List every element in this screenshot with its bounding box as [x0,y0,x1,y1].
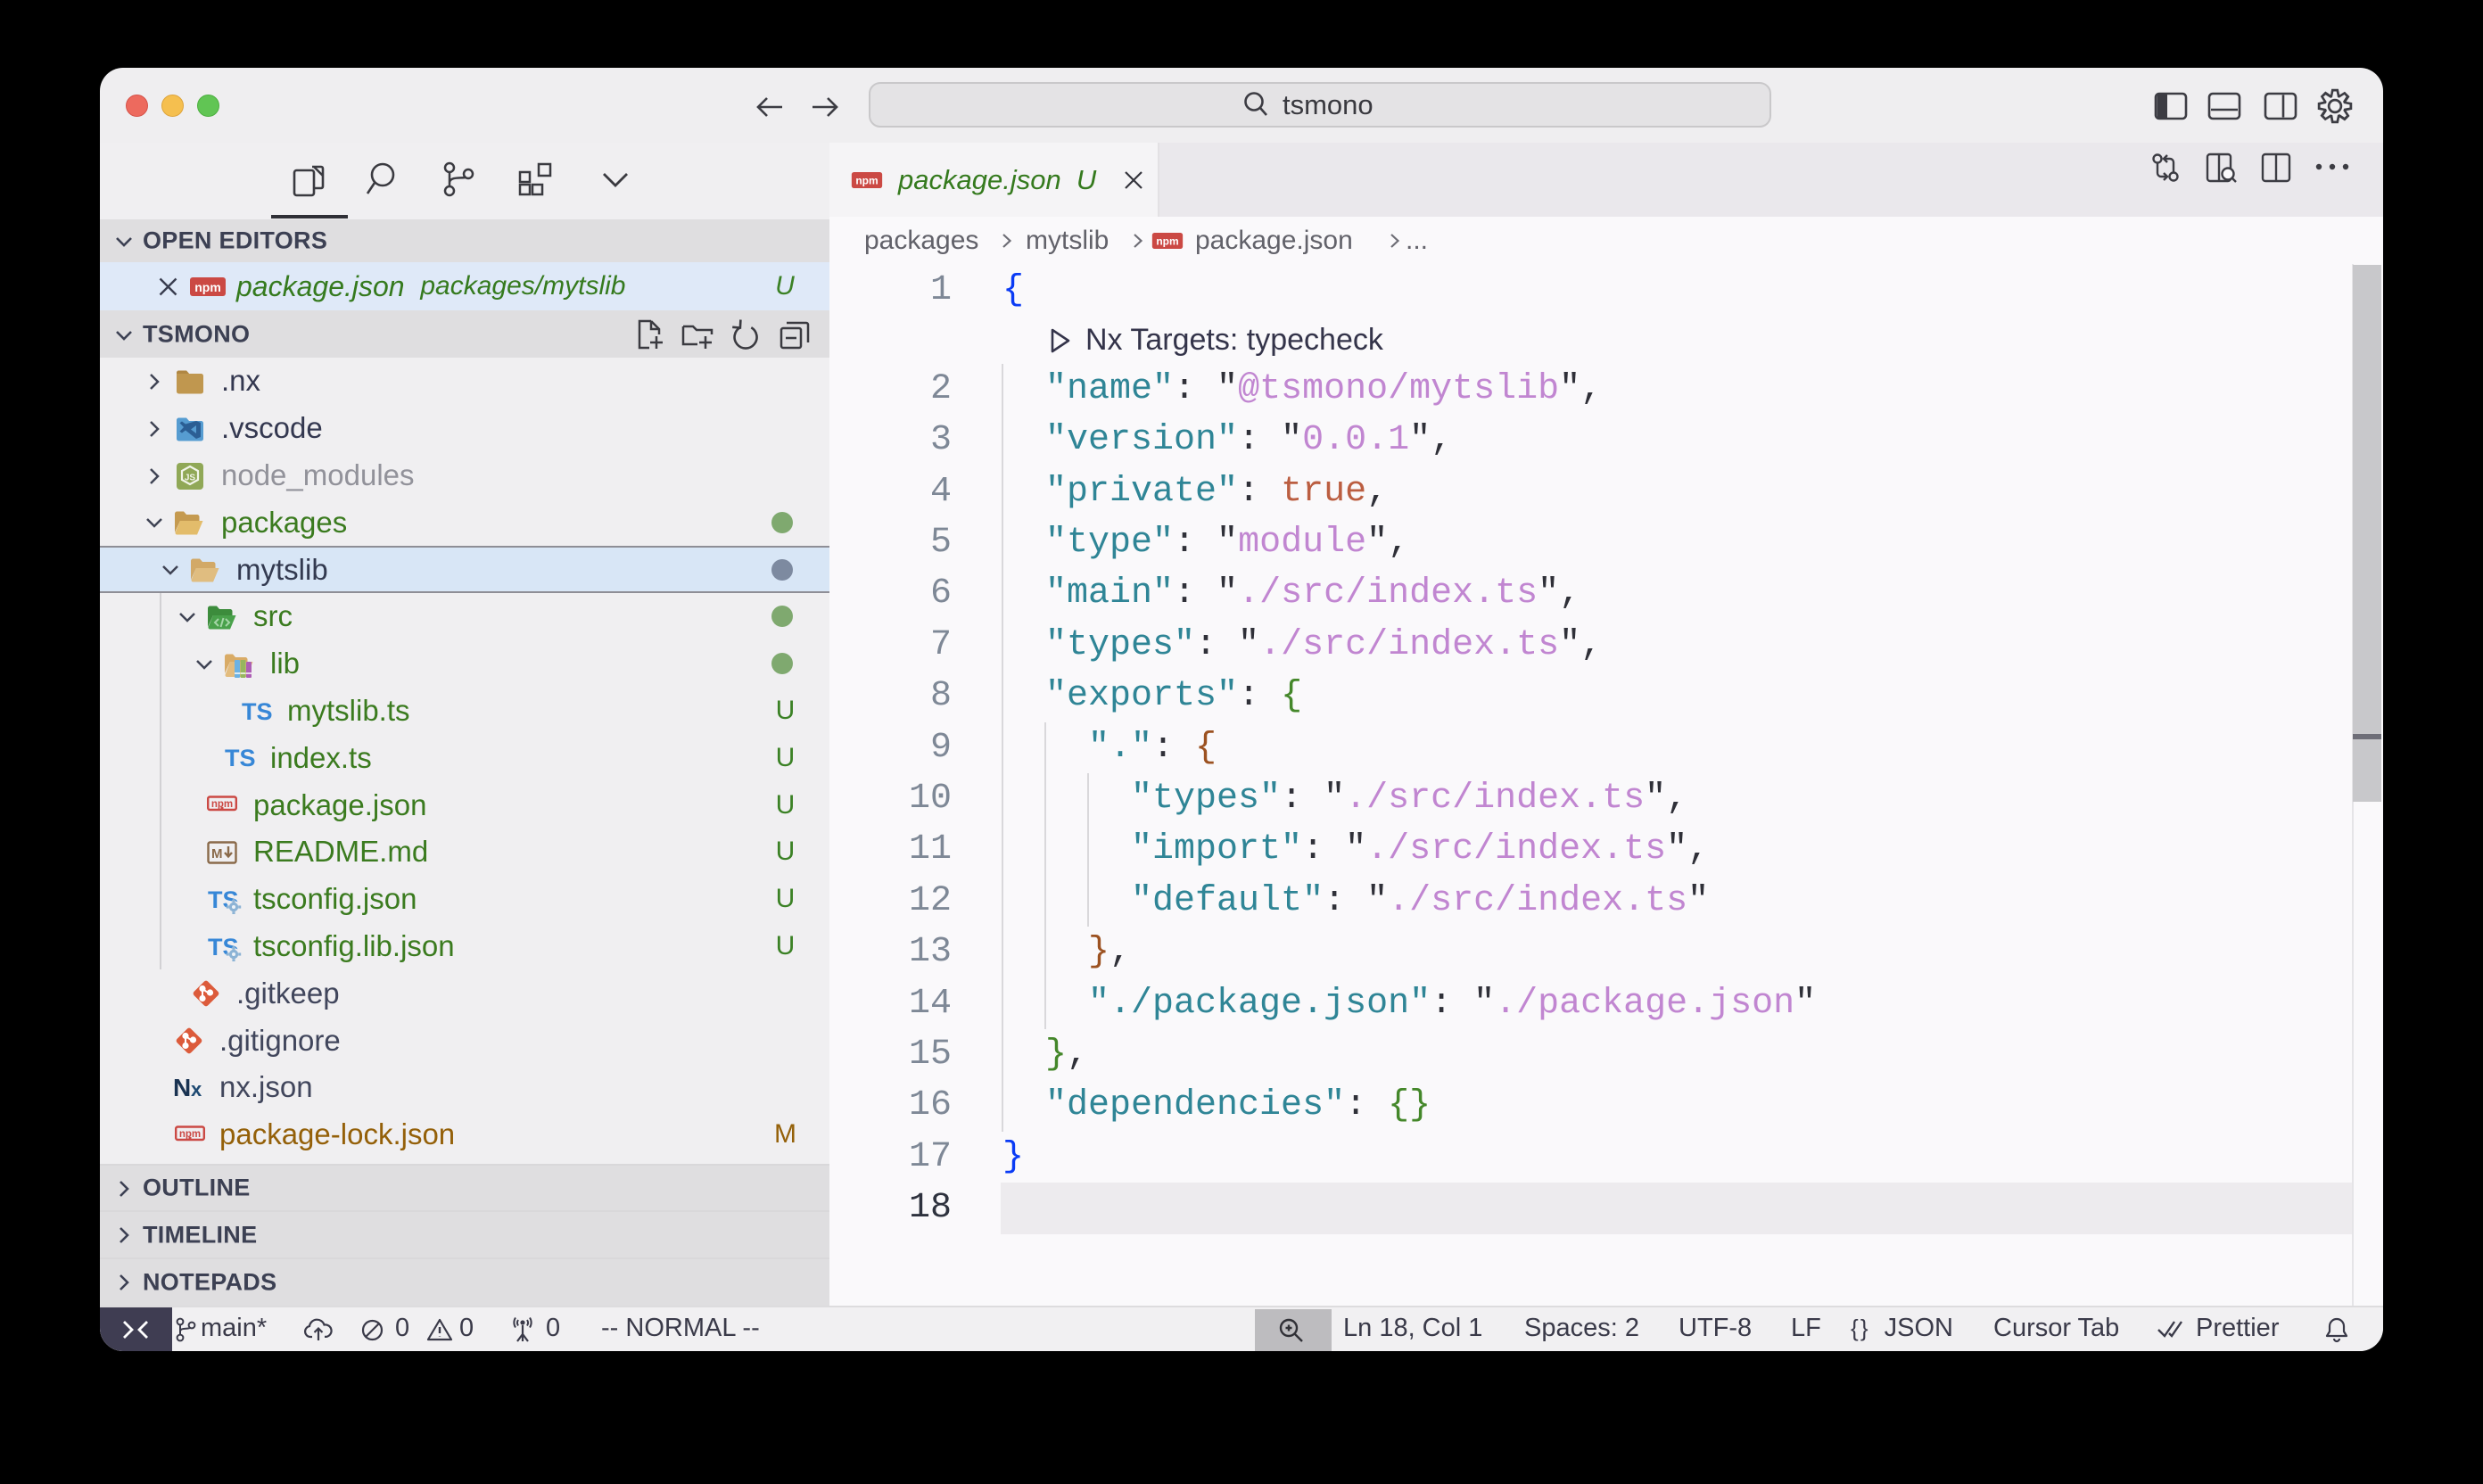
svg-text:N: N [173,1076,191,1101]
svg-text:M: M [211,846,223,862]
svg-text:npm: npm [855,175,878,187]
svg-text:x: x [191,1078,202,1101]
svg-text:npm: npm [194,280,221,294]
svg-text:TS: TS [225,746,256,771]
svg-text:JS: JS [185,473,196,482]
svg-text:TS: TS [242,699,273,724]
svg-text:npm: npm [1156,235,1178,248]
